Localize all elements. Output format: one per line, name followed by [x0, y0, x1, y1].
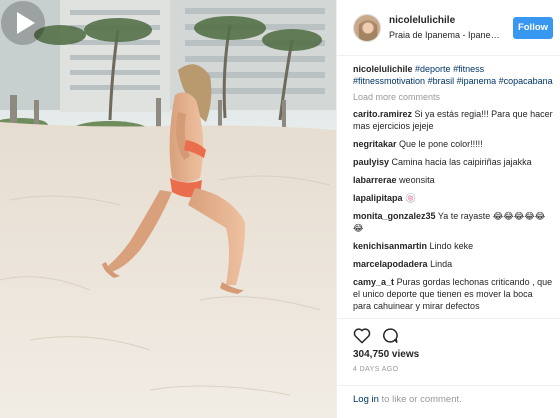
comment-username-link[interactable]: kenichisanmartin: [353, 241, 427, 251]
view-count: 304,750 views: [353, 349, 420, 360]
hashtag-link[interactable]: #deporte: [415, 64, 451, 74]
comment-item: carito.ramirez Si ya estás regia!!! Para…: [353, 108, 553, 132]
header-username-link[interactable]: nicolelulichile: [389, 15, 455, 26]
play-icon[interactable]: [0, 0, 46, 46]
hashtag-link[interactable]: #ipanema: [457, 76, 497, 86]
comment-item: kenichisanmartin Lindo keke: [353, 240, 553, 252]
comment-item: marcelapodadera Linda: [353, 258, 553, 270]
post-caption: nicolelulichile #deporte #fitness #fitne…: [353, 63, 553, 87]
follow-button[interactable]: Follow: [513, 17, 553, 39]
heart-icon[interactable]: [353, 327, 371, 344]
caption-username-link[interactable]: nicolelulichile: [353, 64, 413, 74]
post-details-panel: nicolelulichile Praia de Ipanema - Ipane…: [336, 0, 560, 418]
comment-item: paulyisy Camina hacia las caipiriñas jaj…: [353, 156, 553, 168]
comment-text: 🍥: [405, 193, 417, 203]
comment-username-link[interactable]: monita_gonzalez35: [353, 211, 436, 221]
location-link[interactable]: Praia de Ipanema - Ipane…: [389, 30, 500, 40]
avatar-image: [354, 15, 380, 41]
comment-text: Lindo keke: [429, 241, 474, 251]
comment-item: monita_gonzalez35 Ya te rayaste 😂😂😂😂😂😂: [353, 210, 553, 234]
hashtag-link[interactable]: #fitness: [453, 64, 484, 74]
comment-text: Que le pone color!!!!!: [399, 139, 483, 149]
login-prompt: Log in to like or comment.: [337, 385, 560, 409]
comment-item: camy_a_t Puras gordas lechonas criticand…: [353, 276, 553, 312]
comment-text: Camina hacia las caipiriñas jajakka: [391, 157, 532, 167]
comment-item: labarrerae weonsita: [353, 174, 553, 186]
login-prompt-text: to like or comment.: [378, 394, 462, 405]
hashtag-link[interactable]: #copacabana: [499, 76, 553, 86]
post-actions: 304,750 views 4 DAYS AGO Log in to like …: [337, 318, 560, 408]
video-post-media[interactable]: [0, 0, 336, 418]
comment-text: weonsita: [399, 175, 435, 185]
comment-username-link[interactable]: paulyisy: [353, 157, 389, 167]
comment-username-link[interactable]: carito.ramirez: [353, 109, 412, 119]
post-header: nicolelulichile Praia de Ipanema - Ipane…: [337, 0, 560, 56]
comment-bubble-icon[interactable]: [381, 327, 399, 344]
avatar[interactable]: [353, 14, 381, 42]
comments-list[interactable]: nicolelulichile #deporte #fitness #fitne…: [353, 63, 553, 317]
comment-username-link[interactable]: lapalipitapa: [353, 193, 403, 203]
comment-text: Linda: [430, 259, 453, 269]
comment-item: lapalipitapa 🍥: [353, 192, 553, 204]
comment-username-link[interactable]: camy_a_t: [353, 277, 394, 287]
comment-item: negritakar Que le pone color!!!!!: [353, 138, 553, 150]
comment-username-link[interactable]: negritakar: [353, 139, 397, 149]
beach-scene-image: [0, 0, 336, 418]
load-more-comments-button[interactable]: Load more comments: [353, 91, 553, 103]
login-link[interactable]: Log in: [353, 394, 379, 405]
comment-username-link[interactable]: marcelapodadera: [353, 259, 428, 269]
post-timestamp: 4 DAYS AGO: [353, 366, 399, 373]
hashtag-link[interactable]: #fitnessmotivation: [353, 76, 425, 86]
hashtag-link[interactable]: #brasil: [428, 76, 455, 86]
comment-username-link[interactable]: labarrerae: [353, 175, 397, 185]
